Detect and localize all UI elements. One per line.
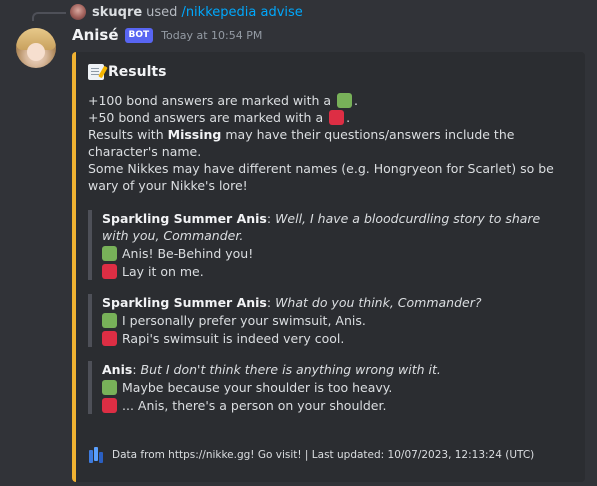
quote-prompt: Sparkling Summer Anis: Well, I have a bl… bbox=[102, 211, 541, 243]
bad-answer: Lay it on me. bbox=[102, 263, 569, 280]
red-square-icon bbox=[102, 398, 117, 413]
red-square-icon bbox=[329, 110, 345, 125]
command-used-text: used bbox=[146, 4, 178, 20]
message-timestamp[interactable]: Today at 10:54 PM bbox=[161, 29, 262, 42]
good-answer: Maybe because your shoulder is too heavy… bbox=[102, 379, 569, 396]
bad-answer: ... Anis, there's a person on your shoul… bbox=[102, 397, 569, 414]
memo-icon bbox=[88, 64, 104, 80]
bad-answer: Rapi's swimsuit is indeed very cool. bbox=[102, 330, 569, 347]
quote-speaker: Anis bbox=[102, 362, 133, 377]
embed-title-text: Results bbox=[108, 64, 167, 80]
desc-line-names: Some Nikkes may have different names (e.… bbox=[88, 161, 554, 193]
command-user-avatar[interactable] bbox=[70, 4, 86, 20]
reply-connector bbox=[32, 12, 66, 21]
desc-line-50: +50 bond answers are marked with a . bbox=[88, 110, 351, 125]
green-square-icon bbox=[102, 313, 117, 328]
footer-text: Data from https://nikke.gg! Go visit! | … bbox=[112, 449, 535, 461]
command-usage: skuqre used /nikkepedia advise bbox=[70, 3, 303, 21]
red-square-icon bbox=[102, 331, 117, 346]
bot-badge: BOT bbox=[124, 27, 154, 43]
dialogue-quote: Anis: But I don't think there is anythin… bbox=[88, 361, 569, 414]
results-embed: Results +100 bond answers are marked wit… bbox=[72, 52, 585, 482]
dialogue-quote: Sparkling Summer Anis: What do you think… bbox=[88, 294, 569, 347]
dialogue-quote: Sparkling Summer Anis: Well, I have a bl… bbox=[88, 210, 569, 280]
message-header: Anisé BOT Today at 10:54 PM bbox=[72, 26, 262, 44]
good-answer: Anis! Be-Behind you! bbox=[102, 245, 569, 262]
quote-line: But I don't think there is anything wron… bbox=[140, 362, 441, 377]
author-avatar[interactable] bbox=[16, 28, 56, 68]
green-square-icon bbox=[102, 380, 117, 395]
command-name-link[interactable]: /nikkepedia advise bbox=[181, 5, 302, 20]
embed-title: Results bbox=[88, 64, 569, 80]
good-answer: I personally prefer your swimsuit, Anis. bbox=[102, 312, 569, 329]
desc-line-100: +100 bond answers are marked with a . bbox=[88, 93, 359, 108]
desc-line-missing: Results with Missing may have their ques… bbox=[88, 127, 515, 159]
red-square-icon bbox=[102, 264, 117, 279]
quote-prompt: Sparkling Summer Anis: What do you think… bbox=[102, 295, 482, 310]
quote-speaker: Sparkling Summer Anis bbox=[102, 295, 267, 310]
green-square-icon bbox=[337, 93, 353, 108]
command-user-name[interactable]: skuqre bbox=[92, 5, 142, 20]
embed-description: +100 bond answers are marked with a . +5… bbox=[88, 92, 569, 194]
missing-keyword: Missing bbox=[167, 127, 222, 142]
green-square-icon bbox=[102, 246, 117, 261]
author-name[interactable]: Anisé bbox=[72, 26, 119, 44]
quote-line: What do you think, Commander? bbox=[275, 295, 482, 310]
quote-speaker: Sparkling Summer Anis bbox=[102, 211, 267, 226]
nikke-gg-icon bbox=[88, 446, 104, 464]
embed-footer: Data from https://nikke.gg! Go visit! | … bbox=[88, 446, 534, 464]
quote-prompt: Anis: But I don't think there is anythin… bbox=[102, 362, 441, 377]
